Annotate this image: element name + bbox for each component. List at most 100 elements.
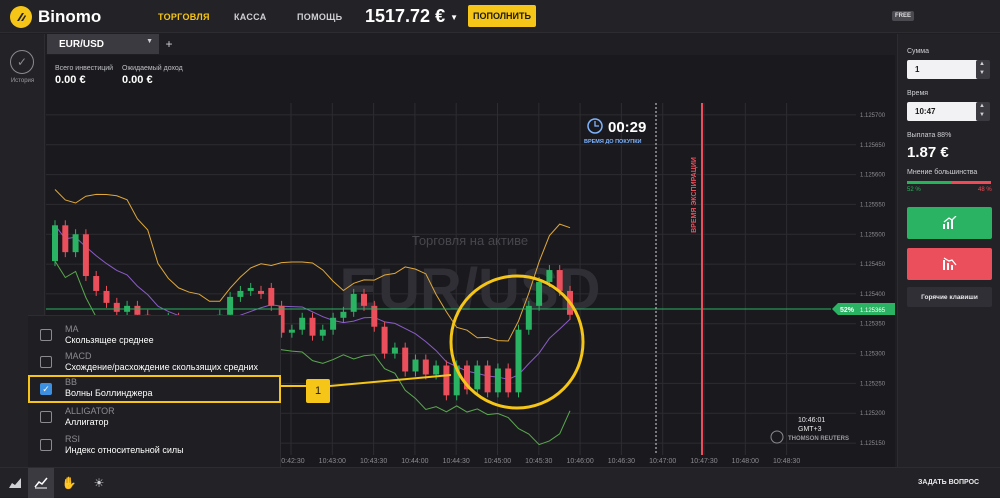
chevron-down-icon[interactable]: ▼ [979,112,985,118]
asset-tab[interactable]: EUR/USD ▼ [47,34,159,54]
chevron-down-icon[interactable]: ▼ [146,38,153,45]
trend-down-icon [942,257,957,270]
callout-connector [329,374,452,387]
bottom-bar: ✋ ☀ ЗАДАТЬ ВОПРОС [0,467,1000,498]
ask-question-link[interactable]: ЗАДАТЬ ВОПРОС [918,479,979,486]
history-label: История [10,78,35,84]
nav-help[interactable]: ПОМОЩЬ [297,12,342,22]
indicator-panel: MA Скользящее среднее MACD Схождение/рас… [28,315,281,467]
candle [319,329,326,336]
time-input[interactable]: 10:47 [907,102,985,121]
time-tick-label: 10:47:00 [649,458,676,465]
brand-name: Binomo [38,7,102,26]
candle [515,329,522,393]
time-label: Время [907,90,929,97]
chevron-up-icon[interactable]: ▲ [979,61,985,67]
hotkeys-button[interactable]: Горячие клавиши [907,287,992,307]
indicator-code: MA [65,324,79,334]
candle [103,290,110,303]
candle [72,234,79,253]
thomson-reuters-icon [770,430,784,444]
brand-logo[interactable]: Binomo [10,6,101,28]
time-tick-label: 10:45:30 [525,458,552,465]
indicator-code: ALLIGATOR [65,406,115,416]
time-tick-label: 10:44:00 [401,458,428,465]
candle [268,287,275,306]
chevron-down-icon: ▼ [450,12,459,22]
chevron-up-icon[interactable]: ▲ [979,103,985,109]
price-tick-label: 1.125450 [860,262,886,268]
indicator-bb[interactable]: ✓ BB Волны Боллинджера [28,375,281,403]
timer-value: 00:29 [608,119,646,136]
total-investment-value: 0.00 € [55,74,86,86]
check-icon: ✓ [16,55,28,69]
nav-trading[interactable]: ТОРГОВЛЯ [158,12,210,22]
price-tick-label: 1.125700 [860,113,886,119]
expected-income-value: 0.00 € [122,74,153,86]
time-tick-label: 10:42:30 [277,458,304,465]
deposit-button[interactable]: ПОПОЛНИТЬ [468,5,536,27]
check-icon: ✓ [42,383,50,394]
majority-up-fill [907,181,951,184]
current-pct: 52% [840,307,855,314]
drawing-tools-icon[interactable]: ✋ [60,474,78,492]
indicator-checkbox-checked[interactable]: ✓ [40,383,52,395]
buy-up-button[interactable] [907,207,992,239]
candle [62,225,69,253]
amount-input[interactable]: 1 [907,60,985,79]
current-price: 1.125365 [860,308,886,314]
candle [402,347,409,372]
purchase-timer: 00:29 ВРЕМЯ ДО ПОКУПКИ [584,118,646,145]
chevron-down-icon[interactable]: ▼ [979,70,985,76]
candle [536,281,543,306]
indicator-ma[interactable]: MA Скользящее среднее [28,322,281,348]
price-tick-label: 1.125250 [860,381,886,387]
indicator-macd[interactable]: MACD Схождение/расхождение скользящих ср… [28,349,281,375]
time-tick-label: 10:44:30 [443,458,470,465]
indicator-rsi[interactable]: RSI Индекс относительной силы [28,432,281,458]
payout-label: Выплата 88% [907,132,952,139]
asset-tab-label: EUR/USD [59,38,105,50]
time-tick-label: 10:43:30 [360,458,387,465]
indicator-checkbox[interactable] [40,356,52,368]
time-tick-label: 10:48:30 [773,458,800,465]
clock-hand [594,121,599,127]
time-tick-label: 10:46:30 [608,458,635,465]
candle [422,359,429,375]
time-stepper[interactable]: ▲ ▼ [976,102,990,121]
time-tick-label: 10:45:00 [484,458,511,465]
candle [299,317,306,330]
candle [381,326,388,354]
history-button[interactable]: ✓ [10,50,34,74]
candle [247,287,254,291]
candle [93,276,100,291]
chart-type-icon[interactable] [6,474,24,492]
expected-income-label: Ожидаемый доход [122,65,183,72]
candle [227,296,234,315]
majority-label: Мнение большинства [907,169,978,176]
price-tick-label: 1.125600 [860,173,886,179]
add-tab-button[interactable]: + [160,34,178,54]
sell-down-button[interactable] [907,248,992,280]
timer-caption: ВРЕМЯ ДО ПОКУПКИ [584,139,642,145]
account-balance[interactable]: 1517.72 € ▼ [365,6,458,27]
chart-watermark-caption: Торговля на активе [412,233,528,248]
candle [494,368,501,393]
time-tick-label: 10:43:00 [319,458,346,465]
candle [484,365,491,393]
indicators-icon[interactable] [32,474,50,492]
amount-stepper[interactable]: ▲ ▼ [976,60,990,79]
indicator-checkbox[interactable] [40,439,52,451]
candle [52,225,58,262]
logo-icon [10,6,32,28]
indicator-checkbox[interactable] [40,411,52,423]
indicator-code: RSI [65,434,81,444]
candle [443,365,450,396]
callout-marker: 1 [306,379,330,403]
indicator-checkbox[interactable] [40,329,52,341]
indicator-alligator[interactable]: ALLIGATOR Аллигатор [28,404,281,430]
nav-cashier[interactable]: КАССА [234,12,267,22]
candle [288,329,295,333]
theme-sun-icon[interactable]: ☀ [90,474,108,492]
time-tick-label: 10:47:30 [690,458,717,465]
